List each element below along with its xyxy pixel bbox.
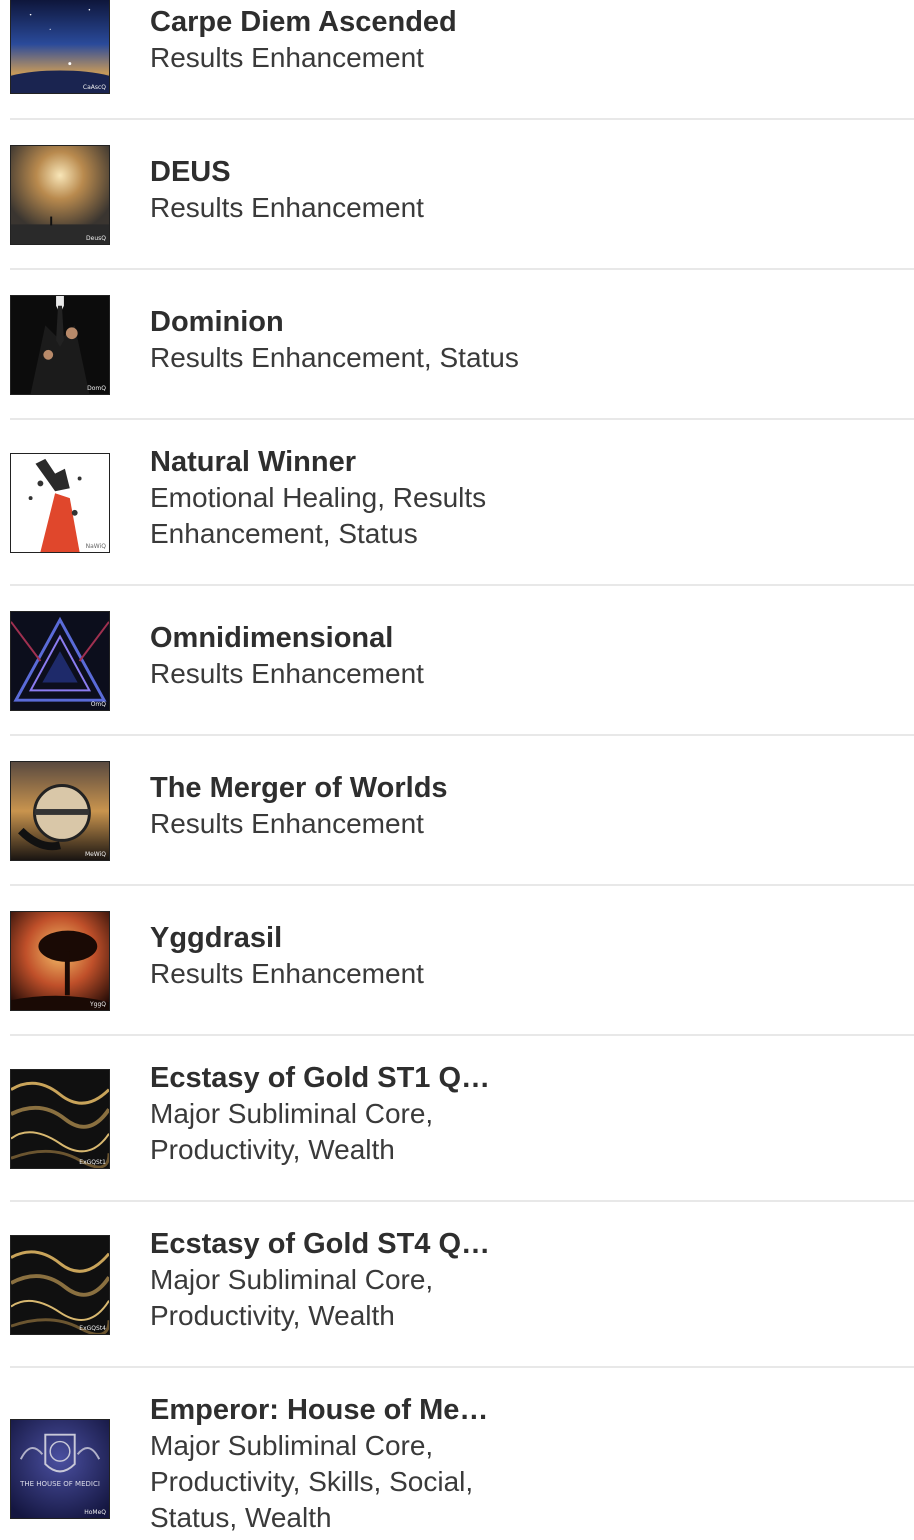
list-item[interactable]: OmQ Omnidimensional Results Enhancement: [10, 586, 914, 736]
list-item[interactable]: CaAscQ Carpe Diem Ascended Results Enhan…: [10, 0, 914, 120]
crystal-ball-artwork: MeWiQ: [10, 761, 110, 861]
neon-triangle-artwork: OmQ: [10, 611, 110, 711]
item-title: Yggdrasil: [150, 922, 283, 954]
artwork-badge: OmQ: [90, 701, 106, 708]
artwork-badge: HoMeQ: [84, 1509, 106, 1516]
cosmic-figure-artwork: CaAscQ: [10, 0, 110, 94]
artwork-badge: DomQ: [87, 385, 106, 392]
item-title: Natural Winner: [150, 446, 356, 478]
tree-sunset-artwork: YggQ: [10, 911, 110, 1011]
list-item[interactable]: NaWiQ Natural Winner Emotional Healing, …: [10, 420, 914, 586]
item-subtitle: Emotional Healing, Results Enhancement, …: [150, 482, 487, 549]
artwork-badge: ExGQSt4: [79, 1325, 106, 1332]
gold-marble-artwork: ExGQSt1: [10, 1069, 110, 1169]
item-subtitle: Major Subliminal Core, Productivity, Wea…: [150, 1264, 434, 1331]
artwork-badge: ExGQSt1: [79, 1159, 106, 1166]
shattered-figure-artwork: NaWiQ: [10, 453, 110, 553]
item-title: Dominion: [150, 306, 284, 338]
list-item[interactable]: ExGQSt1 Ecstasy of Gold ST1 Q… Major Sub…: [10, 1036, 914, 1202]
suit-man-artwork: DomQ: [10, 295, 110, 395]
list-item[interactable]: DomQ Dominion Results Enhancement, Statu…: [10, 270, 914, 420]
item-subtitle: Results Enhancement: [150, 42, 424, 73]
item-subtitle: Results Enhancement: [150, 808, 424, 839]
gold-marble-artwork: ExGQSt4: [10, 1235, 110, 1335]
item-title: The Merger of Worlds: [150, 772, 448, 804]
artwork-badge: CaAscQ: [82, 84, 106, 91]
artwork-badge: NaWiQ: [85, 543, 106, 550]
item-title: Carpe Diem Ascended: [150, 6, 457, 38]
golden-vortex-artwork: DeusQ: [10, 145, 110, 245]
artwork-badge: MeWiQ: [84, 851, 106, 858]
item-title: Omnidimensional: [150, 622, 394, 654]
item-title: Ecstasy of Gold ST1 Q…: [150, 1062, 491, 1094]
list-item[interactable]: YggQ Yggdrasil Results Enhancement: [10, 886, 914, 1036]
artwork-caption: THE HOUSE OF MEDICI: [20, 1480, 100, 1488]
item-title: Emperor: House of Me…: [150, 1394, 489, 1426]
list-item[interactable]: ExGQSt4 Ecstasy of Gold ST4 Q… Major Sub…: [10, 1202, 914, 1368]
item-title: DEUS: [150, 156, 231, 188]
item-title: Ecstasy of Gold ST4 Q…: [150, 1228, 491, 1260]
item-subtitle: Major Subliminal Core, Productivity, Wea…: [150, 1098, 434, 1165]
medici-crest-artwork: THE HOUSE OF MEDICI HoMeQ: [10, 1419, 110, 1519]
item-subtitle: Results Enhancement: [150, 658, 424, 689]
list-item[interactable]: THE HOUSE OF MEDICI HoMeQ Emperor: House…: [10, 1368, 914, 1540]
list-item[interactable]: DeusQ DEUS Results Enhancement: [10, 120, 914, 270]
artwork-badge: YggQ: [89, 1001, 106, 1008]
item-subtitle: Results Enhancement: [150, 192, 424, 223]
list-item[interactable]: MeWiQ The Merger of Worlds Results Enhan…: [10, 736, 914, 886]
item-subtitle: Major Subliminal Core, Productivity, Ski…: [150, 1430, 474, 1533]
artwork-badge: DeusQ: [86, 235, 106, 242]
item-subtitle: Results Enhancement: [150, 958, 424, 989]
item-subtitle: Results Enhancement, Status: [150, 342, 519, 373]
